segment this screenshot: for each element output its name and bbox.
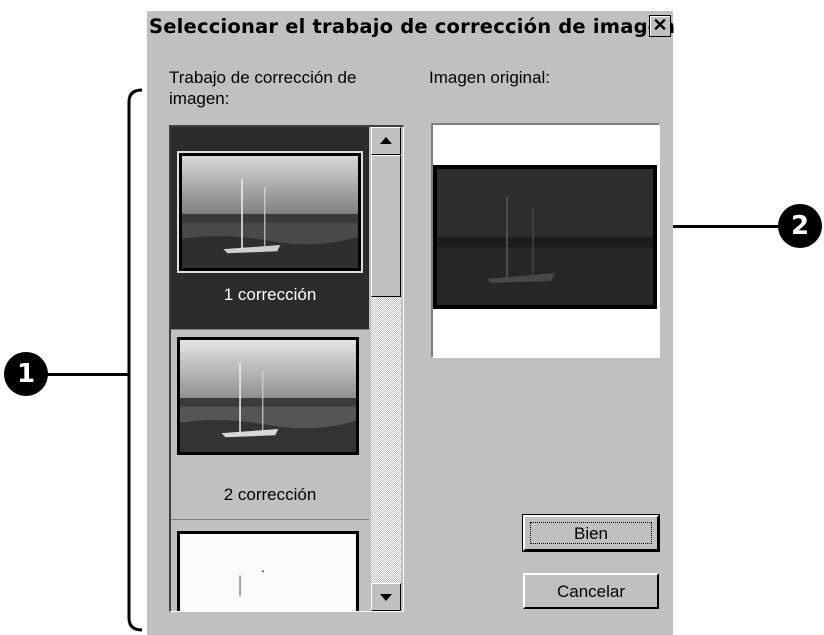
correction-1-thumbnail (177, 151, 363, 273)
scroll-up-button[interactable] (371, 127, 401, 155)
correction-2-thumbnail (177, 337, 359, 455)
scroll-down-button[interactable] (371, 583, 401, 611)
list-bracket (127, 88, 143, 632)
sailboat-image-3 (180, 534, 356, 611)
scroll-thumb[interactable] (371, 155, 401, 297)
correction-list-label-line2: imagen: (169, 89, 230, 108)
scroll-down-arrow-icon (380, 594, 392, 601)
close-button[interactable]: ✕ (649, 15, 671, 37)
callout-1-number: 1 (16, 359, 36, 389)
cancel-button-label: Cancelar (556, 582, 626, 601)
callout-2-number: 2 (790, 211, 810, 241)
cancel-button[interactable]: Cancelar (523, 573, 659, 609)
correction-2-caption: 2 corrección (223, 485, 317, 504)
callout-1-badge: 1 (4, 352, 48, 396)
original-image-label: Imagen original: (429, 68, 550, 87)
title-bar: Seleccionar el trabajo de corrección de … (147, 11, 676, 45)
callout-2-badge: 2 (778, 204, 822, 248)
sailboat-image-2 (180, 340, 356, 452)
list-item-correction-3[interactable] (171, 519, 369, 611)
close-icon: ✕ (652, 15, 668, 35)
scroll-up-arrow-icon (380, 137, 392, 144)
correction-list[interactable]: 1 corrección 2 corrección (169, 125, 404, 612)
select-correction-dialog: Seleccionar el trabajo de corrección de … (146, 10, 676, 635)
dialog-title: Seleccionar el trabajo de corrección de … (149, 15, 676, 38)
correction-list-label: Trabajo de corrección de imagen: (169, 67, 356, 109)
list-scrollbar[interactable] (371, 127, 401, 611)
correction-3-thumbnail (177, 531, 359, 611)
list-item-correction-2[interactable]: 2 corrección (171, 329, 369, 520)
ok-button-label: Bien (573, 524, 609, 543)
ok-button[interactable]: Bien (522, 514, 660, 552)
list-item-correction-1[interactable]: 1 corrección (171, 127, 369, 330)
correction-list-label-line1: Trabajo de corrección de (169, 68, 357, 87)
callout-1-leader (40, 373, 130, 376)
original-sailboat-image (437, 169, 653, 305)
original-image-frame (433, 165, 657, 309)
sailboat-image-1 (182, 156, 358, 268)
correction-1-caption: 1 corrección (223, 285, 317, 304)
original-image-panel (431, 123, 660, 358)
